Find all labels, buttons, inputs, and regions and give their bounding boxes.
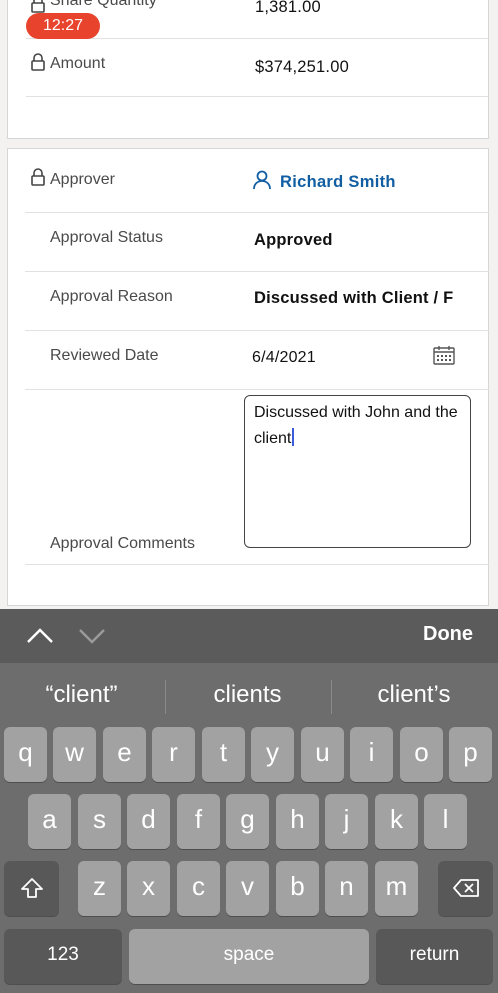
key-n[interactable]: n — [325, 861, 368, 916]
person-icon — [253, 170, 271, 190]
key-o[interactable]: o — [400, 727, 443, 782]
key-s[interactable]: s — [78, 794, 121, 849]
approver-label: Approver — [50, 171, 115, 188]
key-g[interactable]: g — [226, 794, 269, 849]
shift-icon — [20, 878, 43, 899]
backspace-key[interactable] — [438, 861, 493, 916]
key-x[interactable]: x — [127, 861, 170, 916]
key-b[interactable]: b — [276, 861, 319, 916]
key-v[interactable]: v — [226, 861, 269, 916]
lock-icon — [31, 168, 45, 186]
chevron-down-icon[interactable] — [78, 626, 106, 644]
share-quantity-label: Share Quantity — [50, 0, 157, 9]
amount-label: Amount — [50, 55, 106, 72]
approver-name[interactable]: Richard Smith — [280, 173, 396, 191]
key-j[interactable]: j — [325, 794, 368, 849]
approval-status-value[interactable]: Approved — [254, 231, 333, 250]
key-y[interactable]: y — [251, 727, 294, 782]
shift-key[interactable] — [4, 861, 59, 916]
approval-reason-field[interactable]: Discussed with Client / F — [254, 289, 464, 308]
keyboard-toolbar: Done — [0, 609, 498, 663]
lock-icon — [31, 53, 45, 71]
key-a[interactable]: a — [28, 794, 71, 849]
share-quantity-value: 1,381.00 — [255, 0, 321, 16]
divider — [25, 564, 489, 565]
divider — [26, 38, 488, 39]
backspace-icon — [452, 879, 479, 898]
approval-reason-value: Discussed with Client / F — [254, 289, 454, 307]
text-caret — [292, 428, 295, 446]
divider — [25, 271, 489, 272]
suggestion-item[interactable]: clients — [166, 681, 329, 709]
key-q[interactable]: q — [4, 727, 47, 782]
divider — [25, 389, 489, 390]
suggestion-item[interactable]: client’s — [332, 681, 496, 709]
approval-status-label: Approval Status — [50, 229, 163, 246]
approval-comments-text: Discussed with John and the client — [254, 404, 458, 447]
approval-comments-label: Approval Comments — [50, 535, 195, 552]
suggestion-item[interactable]: “client” — [0, 681, 163, 709]
key-l[interactable]: l — [424, 794, 467, 849]
key-h[interactable]: h — [276, 794, 319, 849]
key-m[interactable]: m — [375, 861, 418, 916]
numbers-key[interactable]: 123 — [4, 929, 122, 984]
return-key[interactable]: return — [376, 929, 493, 984]
key-p[interactable]: p — [449, 727, 492, 782]
key-i[interactable]: i — [350, 727, 393, 782]
reviewed-date-label: Reviewed Date — [50, 347, 159, 364]
divider — [25, 330, 489, 331]
key-f[interactable]: f — [177, 794, 220, 849]
calendar-icon[interactable] — [433, 345, 455, 365]
done-button[interactable]: Done — [423, 623, 473, 646]
chevron-up-icon[interactable] — [26, 626, 54, 644]
key-z[interactable]: z — [78, 861, 121, 916]
key-t[interactable]: t — [202, 727, 245, 782]
key-k[interactable]: k — [375, 794, 418, 849]
on-screen-keyboard: “client” clients client’s q w e r t y u … — [0, 663, 498, 993]
amount-value: $374,251.00 — [255, 58, 349, 76]
key-w[interactable]: w — [53, 727, 96, 782]
divider — [25, 212, 489, 213]
lock-icon — [31, 0, 45, 13]
approval-comments-textarea[interactable]: Discussed with John and the client — [244, 395, 471, 548]
status-time-badge: 12:27 — [26, 13, 100, 39]
approval-reason-label: Approval Reason — [50, 288, 173, 305]
space-key[interactable]: space — [129, 929, 369, 984]
key-r[interactable]: r — [152, 727, 195, 782]
reviewed-date-value[interactable]: 6/4/2021 — [252, 349, 316, 367]
approver-lookup[interactable]: Richard Smith — [252, 170, 396, 192]
key-u[interactable]: u — [301, 727, 344, 782]
divider — [26, 96, 488, 97]
key-e[interactable]: e — [103, 727, 146, 782]
key-d[interactable]: d — [127, 794, 170, 849]
key-c[interactable]: c — [177, 861, 220, 916]
